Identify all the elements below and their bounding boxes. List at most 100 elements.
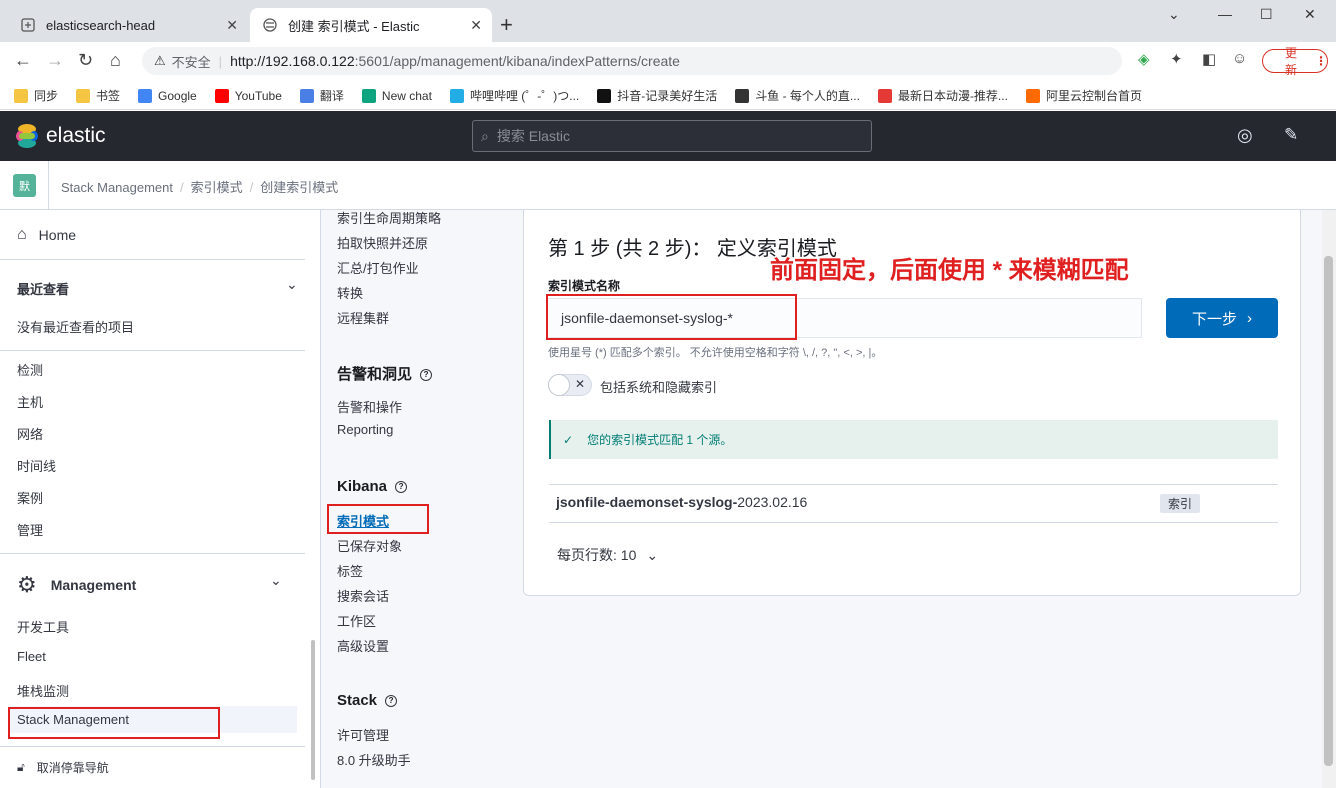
sidenav-item[interactable]: 拍取快照并还原 [337,233,428,252]
back-icon[interactable]: ← [14,50,32,71]
breadcrumb: Stack Management / 索引模式 / 创建索引模式 [61,180,339,195]
elastic-logo[interactable]: elastic [14,123,106,149]
forward-icon[interactable]: → [46,50,64,71]
recent-title[interactable]: 最近查看 [17,279,69,298]
bookmark-item[interactable]: 最新日本动漫-推荐... [877,87,1008,104]
help-text: 使用星号 (*) 匹配多个索引。 不允许使用空格和字符 \, /, ?, ", … [548,347,883,359]
bookmark-item[interactable]: 抖音-记录美好生活 [597,87,717,104]
warning-icon: ⚠ [154,53,166,68]
tab-title: elasticsearch-head [46,17,156,33]
sidenav-item[interactable]: 汇总/打包作业 [337,258,419,277]
bookmark-label: Google [158,88,197,103]
annotation-box-stack-management [8,707,220,739]
chevron-down-icon[interactable]: ⌄ [1168,6,1180,23]
puzzle-icon[interactable]: ✦ [1170,50,1183,68]
chevron-down-icon[interactable]: ⌄ [286,276,298,293]
maximize-icon[interactable]: ☐ [1260,6,1273,23]
new-tab-icon[interactable]: + [500,12,513,38]
sidebar-icon[interactable]: ◧ [1202,50,1216,68]
chevron-down-icon[interactable]: ⌄ [270,572,282,589]
rows-per-page[interactable]: 每页行数: 10 ⌄ [557,545,658,565]
close-tab-icon[interactable]: ✕ [470,17,482,34]
sidenav-item[interactable]: 索引生命周期策略 [337,208,441,227]
nav-management-item[interactable]: 开发工具 [17,617,69,636]
annotation-box-input [546,294,797,340]
chevron-down-icon: ⌄ [646,546,659,563]
sidenav-item[interactable]: 8.0 升级助手 [337,750,411,769]
nav-scrollbar[interactable] [311,640,315,780]
bookmark-item[interactable]: New chat [361,88,432,103]
play-icon [877,88,892,103]
bookmark-label: 阿里云控制台首页 [1045,89,1142,103]
sidenav-item[interactable]: 标签 [337,561,363,580]
sidenav-item[interactable]: 许可管理 [337,725,389,744]
bookmarks-bar: 同步 书签 Google YouTube 翻译 New chat 哔哩哔哩 (゜-゜)つ..… [0,82,1336,110]
home-icon[interactable]: ⌂ [110,50,121,71]
next-step-button[interactable]: 下一步 › [1166,298,1278,338]
undock-nav[interactable]: 🔓︎ 取消停靠导航 [17,759,109,776]
breadcrumb-index-patterns[interactable]: 索引模式 [191,180,243,195]
nav-item[interactable]: 案例 [17,488,43,507]
nav-management-item[interactable]: Fleet [17,649,46,664]
minimize-icon[interactable]: — [1218,6,1232,22]
security-label: 不安全 [171,54,211,70]
tab-kibana[interactable]: 创建 索引模式 - Elastic ✕ [250,8,492,42]
management-side-nav: 索引生命周期策略 拍取快照并还原 汇总/打包作业 转换 远程集群 告警和洞见? 告警和操作 R… [321,210,523,788]
breadcrumb-stack-management[interactable]: Stack Management [61,180,173,195]
tab-elasticsearch-head[interactable]: elasticsearch-head ✕ [8,8,248,42]
include-hidden-toggle[interactable]: ✕ [548,374,592,396]
address-bar[interactable]: ⚠ 不安全 | http://192.168.0.122:5601/app/ma… [142,47,1122,75]
browser-tab-bar: elasticsearch-head ✕ 创建 索引模式 - Elastic ✕… [0,0,1336,42]
close-tab-icon[interactable]: ✕ [226,17,238,34]
bookmark-item[interactable]: 阿里云控制台首页 [1025,87,1142,104]
help-icon[interactable]: ◎ [1237,125,1253,146]
nav-home[interactable]: ⌂ Home [17,226,76,244]
update-button[interactable]: 更新 ⋮ [1262,46,1328,77]
close-window-icon[interactable]: ✕ [1304,6,1316,23]
bookmark-label: 斗鱼 - 每个人的直... [755,89,860,103]
url-text: http://192.168.0.122:5601/app/management… [230,53,680,69]
avatar[interactable]: ☺ [1232,50,1247,67]
sidenav-section-kibana: Kibana? [337,478,408,495]
douyu-icon [735,88,750,103]
home-icon: ⌂ [17,226,27,243]
space-avatar[interactable]: 默 [13,174,36,197]
bookmark-item[interactable]: 翻译 [299,87,344,104]
question-icon[interactable]: ? [385,695,398,708]
search-input[interactable]: ⌕ 搜索 Elastic [472,120,872,152]
sidenav-item[interactable]: 转换 [337,283,363,302]
sidenav-item[interactable]: 告警和操作 [337,397,402,416]
bookmark-item[interactable]: Google [138,88,197,103]
nav-management-item[interactable]: 堆栈监测 [17,681,69,700]
nav-management-group[interactable]: ⚙ Management [17,572,136,598]
bookmark-label: 翻译 [319,89,344,103]
extension-icon[interactable]: ◈ [1138,50,1150,68]
nav-item[interactable]: 主机 [17,392,43,411]
scrollbar-thumb[interactable] [1324,256,1333,766]
recent-empty: 没有最近查看的项目 [17,320,135,335]
nav-item[interactable]: 管理 [17,520,43,539]
reload-icon[interactable]: ↻ [78,50,93,71]
sidenav-item[interactable]: 工作区 [337,611,376,630]
bilibili-icon [449,88,464,103]
nav-item[interactable]: 检测 [17,360,43,379]
matched-index-row: jsonfile-daemonset-syslog-2023.02.16 [556,494,808,510]
sidenav-item[interactable]: 已保存对象 [337,536,402,555]
question-icon[interactable]: ? [395,481,408,494]
tiktok-icon [597,88,612,103]
bookmark-item[interactable]: 斗鱼 - 每个人的直... [735,87,860,104]
bookmark-item[interactable]: 哔哩哔哩 (゜-゜)つ... [449,87,579,104]
nav-item[interactable]: 网络 [17,424,43,443]
menu-icon: ⋮ [1315,54,1327,68]
bookmark-item[interactable]: YouTube [214,88,282,103]
bookmark-item[interactable]: 同步 [14,87,58,104]
newsfeed-icon[interactable]: ✎ [1284,125,1298,145]
sidenav-item[interactable]: 高级设置 [337,636,389,655]
nav-item[interactable]: 时间线 [17,456,56,475]
question-icon[interactable]: ? [420,369,433,382]
sidenav-item[interactable]: 搜索会话 [337,586,389,605]
bookmark-item[interactable]: 书签 [76,87,120,104]
sidenav-item[interactable]: Reporting [337,422,393,437]
elastic-icon [262,17,278,33]
sidenav-item[interactable]: 远程集群 [337,308,389,327]
